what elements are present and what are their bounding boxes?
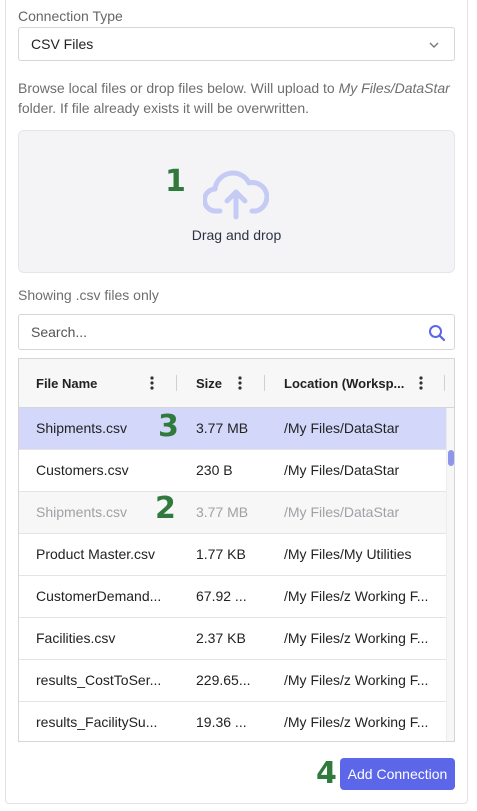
vertical-scrollbar[interactable] xyxy=(446,408,454,741)
search-box xyxy=(18,314,455,350)
table-header: File Name Size Location (Worksp... xyxy=(19,359,454,408)
file-size-cell: 3.77 MB xyxy=(196,420,249,436)
file-size-cell: 3.77 MB xyxy=(196,504,249,520)
column-header-size[interactable]: Size xyxy=(196,359,266,407)
file-table: File Name Size Location (Worksp... Shipm… xyxy=(18,358,455,742)
file-location-cell: /My Files/z Working F... xyxy=(284,714,429,730)
help-text-path: My Files/DataStar xyxy=(338,80,450,96)
connection-type-value: CSV Files xyxy=(31,36,94,52)
file-name-cell: CustomerDemand... xyxy=(36,588,162,604)
file-location-cell: /My Files/DataStar xyxy=(284,420,400,436)
file-size-cell: 19.36 ... xyxy=(196,714,247,730)
table-row[interactable]: results_CostToSer... 229.65... /My Files… xyxy=(19,660,446,702)
file-location-cell: /My Files/DataStar xyxy=(284,504,400,520)
chevron-down-icon xyxy=(429,42,439,48)
column-header-location[interactable]: Location (Worksp... xyxy=(284,359,454,407)
table-row[interactable]: Product Master.csv 1.77 KB /My Files/My … xyxy=(19,534,446,576)
table-row[interactable]: Facilities.csv 2.37 KB /My Files/z Worki… xyxy=(19,618,446,660)
help-text-end: folder. If file already exists it will b… xyxy=(18,100,310,116)
connection-type-label: Connection Type xyxy=(18,8,123,24)
column-divider[interactable] xyxy=(444,375,445,391)
table-row[interactable]: Shipments.csv 3.77 MB /My Files/DataStar xyxy=(19,408,446,450)
annotation-number: 1 xyxy=(165,164,186,199)
annotation-number: 2 xyxy=(155,491,176,526)
column-header-file-name[interactable]: File Name xyxy=(36,359,176,407)
help-text-start: Browse local files or drop files below. … xyxy=(18,80,339,96)
scrollbar-thumb[interactable] xyxy=(448,450,454,466)
connection-type-select[interactable]: CSV Files xyxy=(18,27,455,61)
upload-help-text: Browse local files or drop files below. … xyxy=(18,78,458,118)
file-size-cell: 229.65... xyxy=(196,672,251,688)
file-filter-note: Showing .csv files only xyxy=(18,287,159,303)
table-row[interactable]: Customers.csv 230 B /My Files/DataStar xyxy=(19,450,446,492)
column-menu-icon[interactable] xyxy=(238,376,242,390)
file-name-cell: Shipments.csv xyxy=(36,420,128,436)
file-name-cell: Facilities.csv xyxy=(36,630,116,646)
column-menu-icon[interactable] xyxy=(150,376,154,390)
column-header-label: Location (Worksp... xyxy=(284,375,405,391)
file-name-cell: results_CostToSer... xyxy=(36,672,162,688)
column-header-label: Size xyxy=(196,375,223,391)
column-menu-icon[interactable] xyxy=(419,376,423,390)
annotation-number: 3 xyxy=(158,409,179,444)
file-name-cell: results_FacilitySu... xyxy=(36,714,158,730)
file-name-cell: Customers.csv xyxy=(36,462,129,478)
column-header-label: File Name xyxy=(36,375,98,391)
file-size-cell: 2.37 KB xyxy=(196,630,246,646)
file-name-cell: Product Master.csv xyxy=(36,546,156,562)
dropzone-label: Drag and drop xyxy=(191,227,282,243)
file-size-cell: 230 B xyxy=(196,462,233,478)
file-location-cell: /My Files/DataStar xyxy=(284,462,400,478)
column-divider[interactable] xyxy=(176,375,177,391)
file-dropzone[interactable]: Drag and drop xyxy=(18,130,455,273)
table-row[interactable]: CustomerDemand... 67.92 ... /My Files/z … xyxy=(19,576,446,618)
annotation-number: 4 xyxy=(316,756,337,791)
column-divider[interactable] xyxy=(264,375,265,391)
file-location-cell: /My Files/z Working F... xyxy=(284,588,429,604)
add-connection-button[interactable]: Add Connection xyxy=(340,758,455,790)
search-input[interactable] xyxy=(19,315,419,349)
search-icon[interactable] xyxy=(428,324,446,342)
file-size-cell: 1.77 KB xyxy=(196,546,246,562)
table-row[interactable]: Shipments.csv 3.77 MB /My Files/DataStar xyxy=(19,492,446,534)
cloud-upload-icon xyxy=(203,170,269,220)
table-row[interactable]: results_FacilitySu... 19.36 ... /My File… xyxy=(19,702,446,741)
file-size-cell: 67.92 ... xyxy=(196,588,247,604)
file-location-cell: /My Files/z Working F... xyxy=(284,672,429,688)
file-location-cell: /My Files/My Utilities xyxy=(284,546,412,562)
file-location-cell: /My Files/z Working F... xyxy=(284,630,429,646)
